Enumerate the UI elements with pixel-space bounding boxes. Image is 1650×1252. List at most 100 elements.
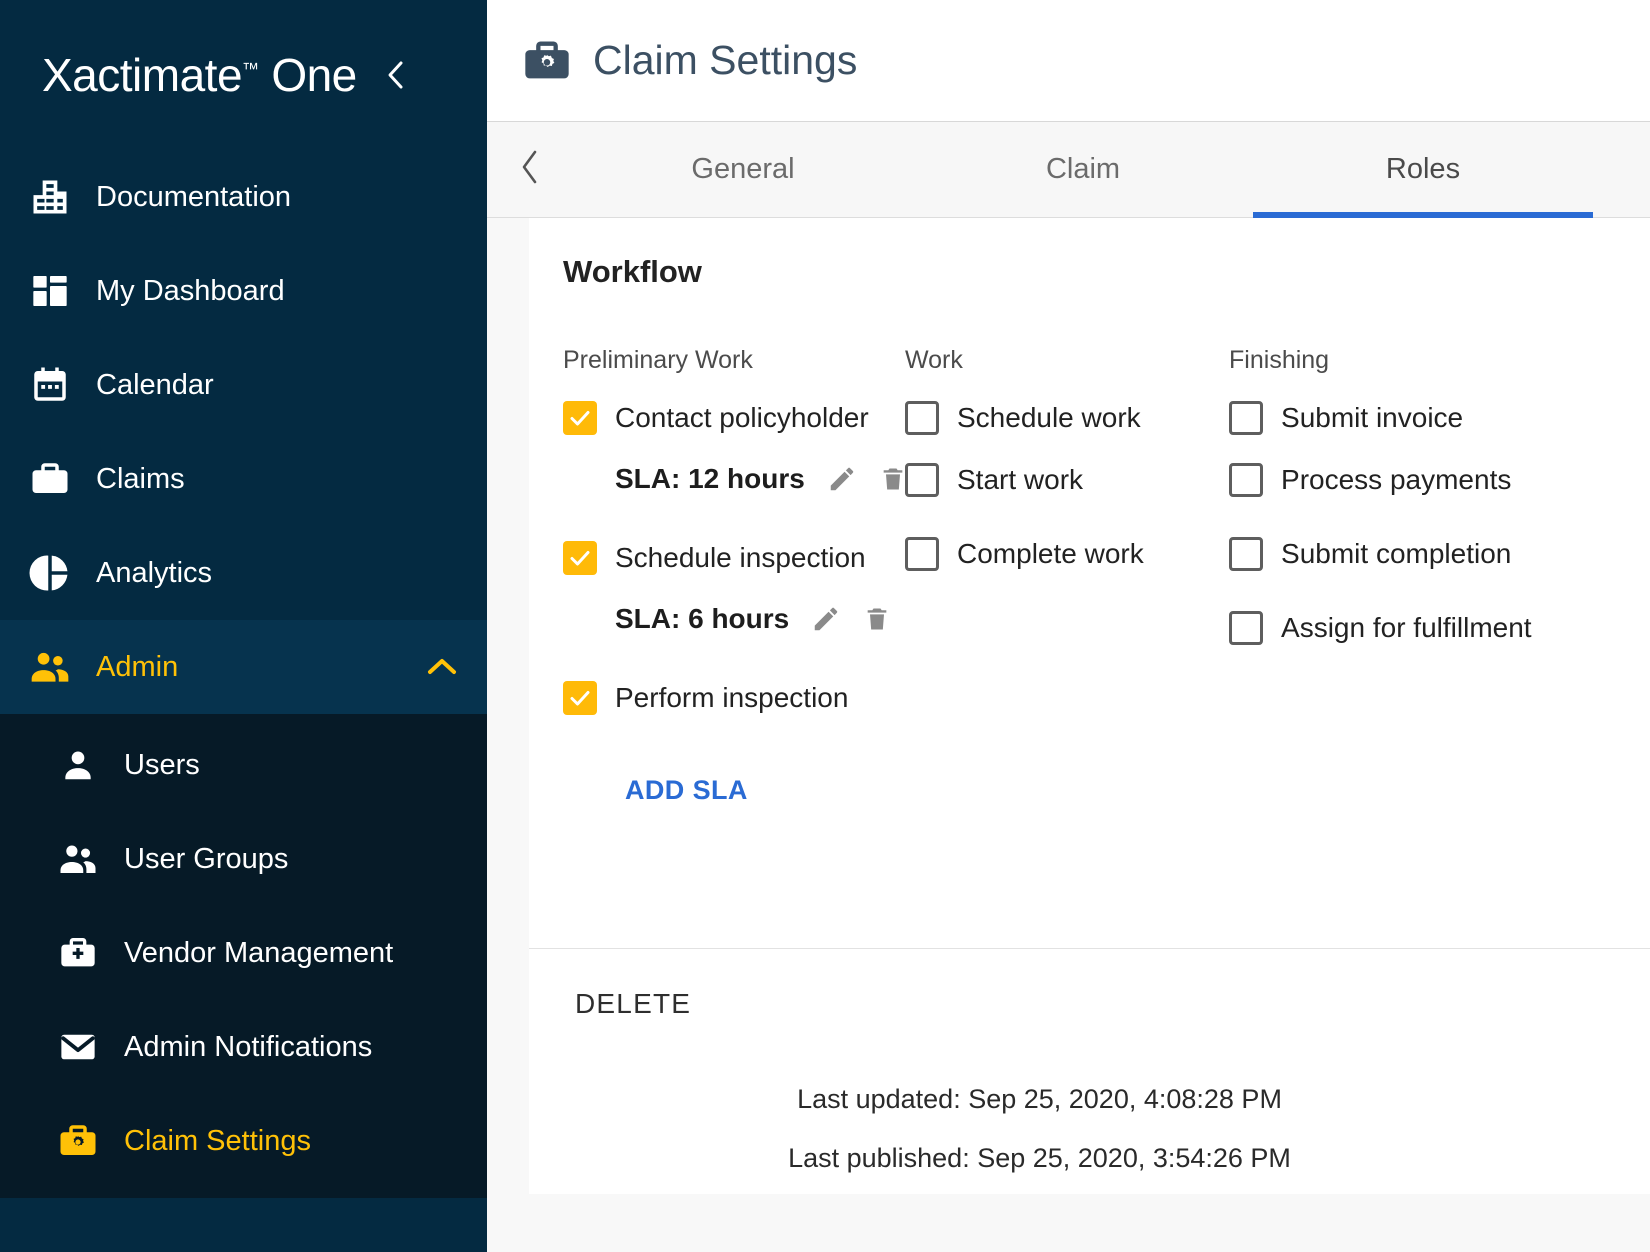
task-row[interactable]: Schedule work bbox=[905, 401, 1229, 435]
sla-row-schedule-inspection: SLA: 6 hours bbox=[615, 603, 905, 635]
task-row[interactable]: Submit invoice bbox=[1229, 401, 1608, 435]
brand-name: Xactimate bbox=[42, 49, 243, 101]
checkbox-submit-invoice[interactable] bbox=[1229, 401, 1264, 435]
add-sla-button[interactable]: ADD SLA bbox=[625, 775, 748, 806]
sidebar-item-user-groups[interactable]: User Groups bbox=[0, 812, 487, 906]
delete-button[interactable]: DELETE bbox=[575, 988, 691, 1020]
task-label: Submit invoice bbox=[1281, 402, 1464, 433]
tab-label: Roles bbox=[1385, 153, 1461, 185]
checkbox-submit-completion[interactable] bbox=[1229, 537, 1264, 571]
briefcase-icon bbox=[24, 458, 76, 500]
tab-roles[interactable]: Roles bbox=[1253, 122, 1593, 218]
task-row[interactable]: Schedule inspection bbox=[563, 541, 905, 575]
task-row[interactable]: Start work bbox=[905, 463, 1229, 497]
task-label: Process payments bbox=[1281, 464, 1512, 495]
task-label: Perform inspection bbox=[615, 682, 849, 713]
task-row[interactable]: Contact policyholder bbox=[563, 401, 905, 435]
page-header: Claim Settings bbox=[487, 0, 1650, 122]
task-row[interactable]: Process payments bbox=[1229, 463, 1608, 497]
sidebar-item-vendor-management[interactable]: Vendor Management bbox=[0, 906, 487, 1000]
sidebar-submenu-admin: Users User Groups Vendor Management Admi… bbox=[0, 714, 487, 1198]
sidebar-item-label: Documentation bbox=[96, 180, 292, 213]
sidebar-item-documentation[interactable]: Documentation bbox=[0, 150, 487, 244]
workflow-column-work: Work Schedule work Start work Complete w… bbox=[905, 346, 1229, 806]
chevron-left-icon bbox=[519, 148, 541, 191]
task-label: Schedule work bbox=[957, 402, 1141, 433]
task-row[interactable]: Complete work bbox=[905, 537, 1229, 571]
sidebar-collapse-button[interactable] bbox=[379, 58, 413, 92]
sidebar-item-admin-notifications[interactable]: Admin Notifications bbox=[0, 1000, 487, 1094]
sidebar-subitem-label: Admin Notifications bbox=[124, 1030, 373, 1063]
main-content: Claim Settings General Claim Roles Workf… bbox=[487, 0, 1650, 1252]
timestamps: Last updated: Sep 25, 2020, 4:08:28 PM L… bbox=[529, 1058, 1650, 1194]
workflow-column-preliminary-work: Preliminary Work Contact policyholder SL… bbox=[563, 346, 905, 806]
workflow-title: Workflow bbox=[563, 254, 702, 289]
workflow-body: Workflow Preliminary Work Contact policy… bbox=[529, 218, 1650, 948]
sidebar-item-my-dashboard[interactable]: My Dashboard bbox=[0, 244, 487, 338]
sidebar-item-label: Claims bbox=[96, 462, 185, 495]
pencil-icon[interactable] bbox=[827, 464, 857, 494]
sidebar-subitem-label: Vendor Management bbox=[124, 936, 394, 969]
briefcase-plus-icon bbox=[52, 933, 104, 973]
tab-general[interactable]: General bbox=[573, 122, 913, 217]
task-row[interactable]: Perform inspection bbox=[563, 681, 905, 715]
brand: Xactimate™ One bbox=[0, 0, 487, 150]
checkbox-schedule-work[interactable] bbox=[905, 401, 939, 435]
sidebar-item-claims[interactable]: Claims bbox=[0, 432, 487, 526]
dashboard-icon bbox=[24, 271, 76, 311]
checkbox-assign-for-fulfillment[interactable] bbox=[1229, 611, 1264, 645]
tabs-back-button[interactable] bbox=[487, 122, 573, 217]
briefcase-gear-icon bbox=[521, 35, 573, 87]
task-label: Complete work bbox=[957, 538, 1144, 569]
trash-icon[interactable] bbox=[879, 464, 907, 494]
sla-row-contact-policyholder: SLA: 12 hours bbox=[615, 463, 905, 495]
workflow-card: Workflow Preliminary Work Contact policy… bbox=[529, 218, 1650, 1058]
brand-trademark: ™ bbox=[242, 59, 260, 79]
workflow-column-finishing: Finishing Submit invoice Process payment… bbox=[1229, 346, 1608, 806]
tab-bar: General Claim Roles bbox=[487, 122, 1650, 218]
task-row[interactable]: Submit completion bbox=[1229, 537, 1608, 571]
person-icon bbox=[52, 746, 104, 784]
checkbox-contact-policyholder[interactable] bbox=[563, 401, 597, 435]
tab-claim[interactable]: Claim bbox=[913, 122, 1253, 217]
task-label: Assign for fulfillment bbox=[1281, 612, 1532, 643]
building-icon bbox=[24, 175, 76, 219]
checkbox-start-work[interactable] bbox=[905, 463, 939, 497]
trash-icon[interactable] bbox=[863, 604, 891, 634]
sidebar-item-admin[interactable]: Admin bbox=[0, 620, 487, 714]
chevron-up-icon[interactable] bbox=[425, 655, 459, 679]
task-row[interactable]: Assign for fulfillment bbox=[1229, 611, 1608, 645]
calendar-icon bbox=[24, 364, 76, 406]
sidebar-item-users[interactable]: Users bbox=[0, 718, 487, 812]
column-heading: Finishing bbox=[1229, 346, 1330, 374]
pencil-icon[interactable] bbox=[811, 604, 841, 634]
page-title: Claim Settings bbox=[593, 37, 858, 83]
checkbox-schedule-inspection[interactable] bbox=[563, 541, 597, 575]
people-icon bbox=[52, 838, 104, 880]
column-heading: Work bbox=[905, 346, 963, 374]
content-area: Workflow Preliminary Work Contact policy… bbox=[487, 218, 1650, 1252]
task-label: Schedule inspection bbox=[615, 542, 866, 573]
sidebar-item-label: My Dashboard bbox=[96, 274, 285, 307]
sidebar-item-analytics[interactable]: Analytics bbox=[0, 526, 487, 620]
sidebar-item-label: Analytics bbox=[96, 556, 213, 589]
people-icon bbox=[24, 645, 76, 689]
column-heading: Preliminary Work bbox=[563, 346, 753, 374]
last-published-text: Last published: Sep 25, 2020, 3:54:26 PM bbox=[788, 1143, 1291, 1173]
sla-text: SLA: 12 hours bbox=[615, 463, 805, 494]
checkbox-complete-work[interactable] bbox=[905, 537, 939, 571]
app-root: Xactimate™ One Documentation My Dashboar… bbox=[0, 0, 1650, 1252]
sidebar-subitem-label: Claim Settings bbox=[124, 1124, 311, 1157]
brand-suffix: One bbox=[271, 49, 357, 101]
sla-text: SLA: 6 hours bbox=[615, 603, 790, 634]
sidebar-item-calendar[interactable]: Calendar bbox=[0, 338, 487, 432]
checkbox-process-payments[interactable] bbox=[1229, 463, 1264, 497]
tab-label: General bbox=[691, 153, 795, 185]
task-label: Contact policyholder bbox=[615, 402, 869, 433]
brand-title: Xactimate™ One bbox=[42, 48, 357, 102]
sidebar: Xactimate™ One Documentation My Dashboar… bbox=[0, 0, 487, 1252]
checkbox-perform-inspection[interactable] bbox=[563, 681, 597, 715]
card-footer: DELETE bbox=[529, 948, 1650, 1058]
sidebar-item-claim-settings[interactable]: Claim Settings bbox=[0, 1094, 487, 1188]
envelope-icon bbox=[52, 1026, 104, 1068]
